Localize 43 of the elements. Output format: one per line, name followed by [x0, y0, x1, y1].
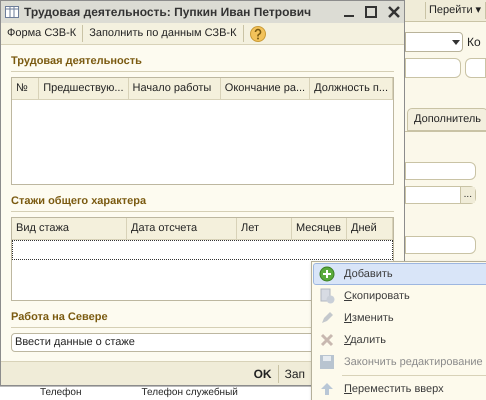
copy-icon	[319, 288, 335, 304]
menu-item[interactable]: Скопировать	[313, 285, 486, 307]
select-button[interactable]: ...	[460, 186, 475, 202]
combo-field[interactable]	[405, 32, 463, 52]
section-title: Трудовая деятельность	[11, 53, 394, 72]
column-header[interactable]: Начало работы	[128, 78, 221, 98]
input-field[interactable]	[405, 236, 476, 254]
column-header[interactable]: Лет	[237, 218, 292, 238]
footer-button[interactable]: Зап	[278, 364, 311, 382]
arrow-up-icon	[320, 382, 334, 396]
ok-button[interactable]: OK	[248, 364, 279, 382]
window-title: Трудовая деятельность: Пупкин Иван Петрович	[24, 4, 312, 21]
menu-item[interactable]: Добавить	[313, 263, 486, 285]
section-title: Стажи общего характера	[11, 193, 394, 212]
table-cell: Телефон служебный	[141, 387, 238, 400]
column-header[interactable]: №	[12, 78, 40, 98]
menu-item[interactable]: Переместить вверх	[313, 378, 486, 400]
input-field[interactable]	[405, 162, 476, 180]
column-header[interactable]: Дней	[347, 218, 393, 238]
help-icon[interactable]	[250, 26, 266, 42]
column-header[interactable]: Вид стажа	[12, 218, 127, 238]
column-header[interactable]: Должность п...	[310, 78, 393, 98]
input-field[interactable]	[465, 58, 486, 78]
toolbar-button[interactable]: Форма СЗВ-К	[1, 25, 84, 42]
input-field[interactable]	[405, 58, 461, 78]
maximize-icon[interactable]	[365, 6, 377, 18]
column-header[interactable]: Дата отсчета	[127, 218, 237, 238]
column-header[interactable]: Месяцев	[292, 218, 347, 238]
column-header[interactable]: Окончание ра...	[220, 78, 310, 98]
save-icon	[319, 354, 335, 370]
dropdown-icon	[452, 40, 460, 44]
pencil-icon	[319, 310, 335, 326]
plus-icon	[319, 266, 335, 282]
table-row[interactable]	[12, 240, 393, 260]
tab[interactable]: Дополнитель	[407, 108, 486, 130]
table-cell: Телефон	[40, 387, 82, 400]
column-header[interactable]: Предшествую...	[39, 78, 129, 98]
toolbar-button[interactable]: Заполнить по данным СЗВ-К	[83, 25, 244, 42]
table-icon	[5, 6, 19, 18]
input-field[interactable]: ...	[405, 186, 476, 204]
close-icon	[320, 333, 334, 347]
close-icon[interactable]	[388, 6, 400, 18]
field-label: Ко	[467, 34, 481, 51]
